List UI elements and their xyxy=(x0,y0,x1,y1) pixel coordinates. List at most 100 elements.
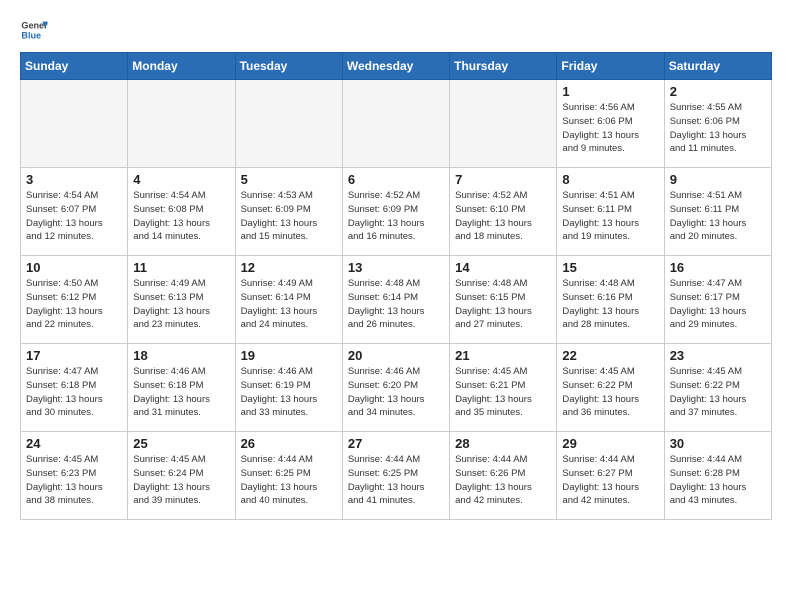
day-info: Sunrise: 4:45 AM Sunset: 6:22 PM Dayligh… xyxy=(670,365,766,420)
day-info: Sunrise: 4:51 AM Sunset: 6:11 PM Dayligh… xyxy=(670,189,766,244)
calendar-table: SundayMondayTuesdayWednesdayThursdayFrid… xyxy=(20,52,772,520)
day-info: Sunrise: 4:45 AM Sunset: 6:23 PM Dayligh… xyxy=(26,453,122,508)
svg-text:Blue: Blue xyxy=(21,30,41,40)
day-number: 8 xyxy=(562,172,658,187)
day-number: 29 xyxy=(562,436,658,451)
day-number: 26 xyxy=(241,436,337,451)
calendar-cell: 3 Sunrise: 4:54 AM Sunset: 6:07 PM Daylig… xyxy=(21,168,128,256)
day-number: 24 xyxy=(26,436,122,451)
day-number: 22 xyxy=(562,348,658,363)
calendar-cell xyxy=(21,80,128,168)
weekday-header-friday: Friday xyxy=(557,53,664,80)
day-info: Sunrise: 4:49 AM Sunset: 6:14 PM Dayligh… xyxy=(241,277,337,332)
day-info: Sunrise: 4:44 AM Sunset: 6:28 PM Dayligh… xyxy=(670,453,766,508)
day-info: Sunrise: 4:46 AM Sunset: 6:20 PM Dayligh… xyxy=(348,365,444,420)
calendar-week-3: 10 Sunrise: 4:50 AM Sunset: 6:12 PM Dayli… xyxy=(21,256,772,344)
calendar-cell: 29 Sunrise: 4:44 AM Sunset: 6:27 PM Dayli… xyxy=(557,432,664,520)
calendar-cell: 11 Sunrise: 4:49 AM Sunset: 6:13 PM Dayli… xyxy=(128,256,235,344)
calendar-cell: 2 Sunrise: 4:55 AM Sunset: 6:06 PM Daylig… xyxy=(664,80,771,168)
calendar-cell: 15Sunrise: 4:48 AM Sunset: 6:16 PM Dayli… xyxy=(557,256,664,344)
day-number: 27 xyxy=(348,436,444,451)
calendar-cell: 8 Sunrise: 4:51 AM Sunset: 6:11 PM Daylig… xyxy=(557,168,664,256)
day-number: 10 xyxy=(26,260,122,275)
calendar-cell: 25 Sunrise: 4:45 AM Sunset: 6:24 PM Dayli… xyxy=(128,432,235,520)
day-info: Sunrise: 4:46 AM Sunset: 6:19 PM Dayligh… xyxy=(241,365,337,420)
day-number: 13 xyxy=(348,260,444,275)
page-header: General Blue xyxy=(20,16,772,44)
day-info: Sunrise: 4:49 AM Sunset: 6:13 PM Dayligh… xyxy=(133,277,229,332)
day-info: Sunrise: 4:45 AM Sunset: 6:21 PM Dayligh… xyxy=(455,365,551,420)
calendar-cell: 9 Sunrise: 4:51 AM Sunset: 6:11 PM Daylig… xyxy=(664,168,771,256)
day-number: 19 xyxy=(241,348,337,363)
day-info: Sunrise: 4:47 AM Sunset: 6:17 PM Dayligh… xyxy=(670,277,766,332)
day-number: 25 xyxy=(133,436,229,451)
calendar-cell: 24 Sunrise: 4:45 AM Sunset: 6:23 PM Dayli… xyxy=(21,432,128,520)
calendar-cell: 10 Sunrise: 4:50 AM Sunset: 6:12 PM Dayli… xyxy=(21,256,128,344)
day-info: Sunrise: 4:46 AM Sunset: 6:18 PM Dayligh… xyxy=(133,365,229,420)
day-number: 18 xyxy=(133,348,229,363)
calendar-cell: 5Sunrise: 4:53 AM Sunset: 6:09 PM Daylig… xyxy=(235,168,342,256)
calendar-cell xyxy=(342,80,449,168)
calendar-cell: 4Sunrise: 4:54 AM Sunset: 6:08 PM Daylig… xyxy=(128,168,235,256)
day-info: Sunrise: 4:44 AM Sunset: 6:26 PM Dayligh… xyxy=(455,453,551,508)
day-info: Sunrise: 4:52 AM Sunset: 6:10 PM Dayligh… xyxy=(455,189,551,244)
weekday-header-wednesday: Wednesday xyxy=(342,53,449,80)
day-number: 3 xyxy=(26,172,122,187)
calendar-cell: 26 Sunrise: 4:44 AM Sunset: 6:25 PM Dayli… xyxy=(235,432,342,520)
day-number: 6 xyxy=(348,172,444,187)
calendar-cell: 6 Sunrise: 4:52 AM Sunset: 6:09 PM Daylig… xyxy=(342,168,449,256)
calendar-week-5: 24 Sunrise: 4:45 AM Sunset: 6:23 PM Dayli… xyxy=(21,432,772,520)
calendar-cell: 13 Sunrise: 4:48 AM Sunset: 6:14 PM Dayli… xyxy=(342,256,449,344)
calendar-cell: 17Sunrise: 4:47 AM Sunset: 6:18 PM Dayli… xyxy=(21,344,128,432)
logo-icon: General Blue xyxy=(20,16,48,44)
day-number: 28 xyxy=(455,436,551,451)
day-info: Sunrise: 4:56 AM Sunset: 6:06 PM Dayligh… xyxy=(562,101,658,156)
calendar-week-1: 1 Sunrise: 4:56 AM Sunset: 6:06 PM Daylig… xyxy=(21,80,772,168)
calendar-cell: 18 Sunrise: 4:46 AM Sunset: 6:18 PM Dayli… xyxy=(128,344,235,432)
day-number: 23 xyxy=(670,348,766,363)
weekday-header-sunday: Sunday xyxy=(21,53,128,80)
calendar-cell: 16Sunrise: 4:47 AM Sunset: 6:17 PM Dayli… xyxy=(664,256,771,344)
day-number: 14 xyxy=(455,260,551,275)
calendar-cell: 20 Sunrise: 4:46 AM Sunset: 6:20 PM Dayli… xyxy=(342,344,449,432)
calendar-cell: 14 Sunrise: 4:48 AM Sunset: 6:15 PM Dayli… xyxy=(450,256,557,344)
calendar-cell: 30 Sunrise: 4:44 AM Sunset: 6:28 PM Dayli… xyxy=(664,432,771,520)
calendar-header-row: SundayMondayTuesdayWednesdayThursdayFrid… xyxy=(21,53,772,80)
day-info: Sunrise: 4:45 AM Sunset: 6:22 PM Dayligh… xyxy=(562,365,658,420)
day-number: 4 xyxy=(133,172,229,187)
day-number: 30 xyxy=(670,436,766,451)
day-number: 9 xyxy=(670,172,766,187)
weekday-header-thursday: Thursday xyxy=(450,53,557,80)
day-number: 5 xyxy=(241,172,337,187)
day-info: Sunrise: 4:55 AM Sunset: 6:06 PM Dayligh… xyxy=(670,101,766,156)
day-info: Sunrise: 4:44 AM Sunset: 6:27 PM Dayligh… xyxy=(562,453,658,508)
calendar-cell: 19 Sunrise: 4:46 AM Sunset: 6:19 PM Dayli… xyxy=(235,344,342,432)
day-info: Sunrise: 4:50 AM Sunset: 6:12 PM Dayligh… xyxy=(26,277,122,332)
weekday-header-monday: Monday xyxy=(128,53,235,80)
day-info: Sunrise: 4:54 AM Sunset: 6:07 PM Dayligh… xyxy=(26,189,122,244)
calendar-week-2: 3 Sunrise: 4:54 AM Sunset: 6:07 PM Daylig… xyxy=(21,168,772,256)
calendar-cell xyxy=(450,80,557,168)
weekday-header-tuesday: Tuesday xyxy=(235,53,342,80)
day-info: Sunrise: 4:45 AM Sunset: 6:24 PM Dayligh… xyxy=(133,453,229,508)
calendar-cell: 27Sunrise: 4:44 AM Sunset: 6:25 PM Dayli… xyxy=(342,432,449,520)
day-number: 1 xyxy=(562,84,658,99)
day-info: Sunrise: 4:48 AM Sunset: 6:15 PM Dayligh… xyxy=(455,277,551,332)
calendar-cell: 12 Sunrise: 4:49 AM Sunset: 6:14 PM Dayli… xyxy=(235,256,342,344)
calendar-cell: 21Sunrise: 4:45 AM Sunset: 6:21 PM Dayli… xyxy=(450,344,557,432)
day-info: Sunrise: 4:47 AM Sunset: 6:18 PM Dayligh… xyxy=(26,365,122,420)
calendar-cell: 28 Sunrise: 4:44 AM Sunset: 6:26 PM Dayli… xyxy=(450,432,557,520)
day-info: Sunrise: 4:44 AM Sunset: 6:25 PM Dayligh… xyxy=(241,453,337,508)
day-number: 20 xyxy=(348,348,444,363)
day-number: 2 xyxy=(670,84,766,99)
day-number: 15 xyxy=(562,260,658,275)
day-info: Sunrise: 4:48 AM Sunset: 6:14 PM Dayligh… xyxy=(348,277,444,332)
day-info: Sunrise: 4:51 AM Sunset: 6:11 PM Dayligh… xyxy=(562,189,658,244)
calendar-cell: 7 Sunrise: 4:52 AM Sunset: 6:10 PM Daylig… xyxy=(450,168,557,256)
calendar-week-4: 17Sunrise: 4:47 AM Sunset: 6:18 PM Dayli… xyxy=(21,344,772,432)
day-number: 12 xyxy=(241,260,337,275)
day-number: 7 xyxy=(455,172,551,187)
weekday-header-saturday: Saturday xyxy=(664,53,771,80)
day-number: 11 xyxy=(133,260,229,275)
day-info: Sunrise: 4:52 AM Sunset: 6:09 PM Dayligh… xyxy=(348,189,444,244)
